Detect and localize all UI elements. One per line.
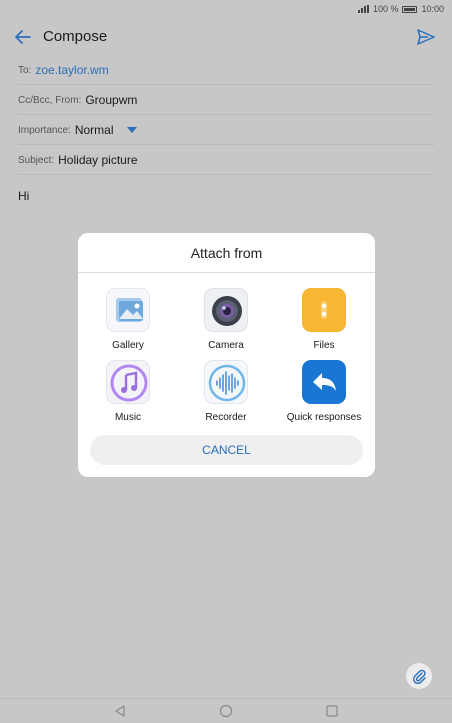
cancel-button[interactable]: CANCEL bbox=[90, 435, 363, 465]
to-label: To: bbox=[18, 64, 32, 76]
camera-label: Camera bbox=[208, 340, 244, 351]
gallery-icon bbox=[106, 288, 150, 332]
recents-nav-icon[interactable] bbox=[325, 704, 339, 718]
chevron-down-icon[interactable] bbox=[127, 127, 138, 133]
recorder-label: Recorder bbox=[205, 412, 247, 423]
to-field[interactable]: To: zoe.taylor.wm bbox=[18, 56, 434, 85]
home-nav-icon[interactable] bbox=[219, 704, 233, 718]
battery-icon bbox=[402, 5, 418, 13]
subject-field[interactable]: Subject: Holiday picture bbox=[18, 146, 434, 175]
attach-recorder[interactable]: Recorder bbox=[176, 360, 276, 423]
camera-icon bbox=[204, 288, 248, 332]
files-label: Files bbox=[313, 340, 335, 351]
importance-label: Importance: bbox=[18, 124, 71, 136]
compose-header: Compose bbox=[0, 22, 452, 52]
from-account: Groupwm bbox=[85, 93, 138, 107]
importance-field[interactable]: Importance: Normal bbox=[18, 116, 434, 145]
clock: 10:00 bbox=[421, 4, 444, 14]
attach-files[interactable]: Files bbox=[274, 288, 374, 351]
page-title: Compose bbox=[43, 28, 108, 45]
battery-percent: 100 % bbox=[372, 4, 399, 14]
dialog-title: Attach from bbox=[78, 233, 375, 273]
attach-music[interactable]: Music bbox=[78, 360, 178, 423]
gallery-label: Gallery bbox=[112, 340, 144, 351]
music-label: Music bbox=[114, 412, 142, 423]
attach-button[interactable] bbox=[406, 663, 432, 689]
attach-quick-responses[interactable]: Quick responses bbox=[274, 360, 374, 423]
files-icon bbox=[302, 288, 346, 332]
attach-dialog: Attach from Gallery Camera Files Music R… bbox=[78, 233, 375, 477]
recorder-icon bbox=[204, 360, 248, 404]
subject-label: Subject: bbox=[18, 154, 55, 166]
back-arrow-icon[interactable] bbox=[12, 26, 34, 48]
to-recipient[interactable]: zoe.taylor.wm bbox=[35, 63, 108, 77]
subject-value[interactable]: Holiday picture bbox=[58, 153, 137, 167]
importance-value[interactable]: Normal bbox=[75, 123, 114, 137]
cc-bcc-from-label: Cc/Bcc, From: bbox=[18, 94, 82, 106]
back-nav-icon[interactable] bbox=[113, 704, 127, 718]
quick-responses-icon bbox=[302, 360, 346, 404]
status-bar: 100 % 10:00 bbox=[0, 0, 452, 18]
navigation-bar bbox=[0, 698, 452, 723]
signal-icon bbox=[357, 5, 369, 13]
music-icon bbox=[106, 360, 150, 404]
message-body[interactable]: Hi bbox=[18, 189, 29, 203]
paperclip-icon bbox=[412, 669, 426, 684]
quick-responses-label: Quick responses bbox=[286, 412, 362, 423]
attach-gallery[interactable]: Gallery bbox=[78, 288, 178, 351]
attach-camera[interactable]: Camera bbox=[176, 288, 276, 351]
cc-bcc-from-field[interactable]: Cc/Bcc, From: Groupwm bbox=[18, 86, 434, 115]
send-icon[interactable] bbox=[416, 27, 436, 47]
